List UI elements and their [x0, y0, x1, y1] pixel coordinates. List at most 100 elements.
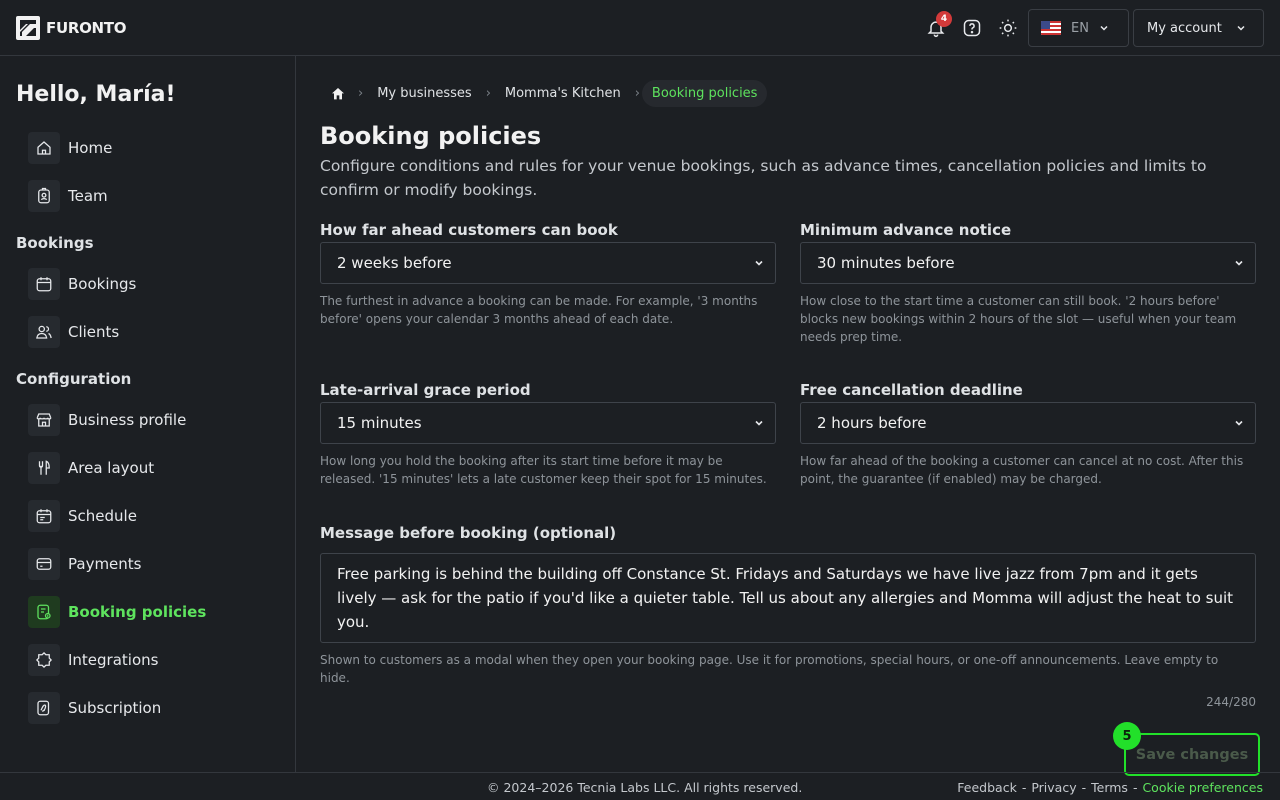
footer-link-privacy[interactable]: Privacy	[1031, 780, 1076, 795]
breadcrumb-current: Booking policies	[641, 80, 768, 107]
field-help: The furthest in advance a booking can be…	[320, 294, 758, 326]
save-changes-button[interactable]: Save changes	[1124, 733, 1260, 776]
sidebar-item-label: Business profile	[68, 411, 187, 429]
field-help: How far ahead of the booking a customer …	[800, 454, 1244, 486]
field-cancellation-deadline: Free cancellation deadline 2 hours befor…	[800, 381, 1256, 486]
badge-icon	[38, 187, 50, 204]
help-button[interactable]	[958, 14, 986, 42]
step-badge: 5	[1113, 722, 1141, 750]
account-label: My account	[1147, 20, 1222, 36]
greeting: Hello, María!	[16, 82, 176, 107]
sidebar-item-integrations[interactable]: Integrations	[28, 644, 278, 676]
home-icon	[37, 141, 51, 155]
chevron-down-icon	[1100, 25, 1108, 31]
home-icon	[332, 87, 344, 99]
page-title: Booking policies	[320, 122, 542, 150]
sidebar-item-label: Bookings	[68, 275, 137, 293]
sidebar-item-label: Payments	[68, 555, 142, 573]
field-label: Minimum advance notice	[800, 221, 1012, 239]
select-value: 30 minutes before	[817, 254, 955, 272]
subscription-icon	[37, 700, 50, 716]
breadcrumb-business[interactable]: Momma's Kitchen	[493, 86, 633, 101]
chevron-down-icon	[1235, 260, 1243, 266]
chevron-right-icon: ›	[358, 86, 364, 101]
footer-links: Feedback - Privacy - Terms - Cookie pref…	[957, 780, 1263, 795]
section-heading-bookings: Bookings	[16, 234, 94, 252]
sidebar-item-label: Subscription	[68, 699, 162, 717]
field-minimum-notice: Minimum advance notice 30 minutes before…	[800, 221, 1256, 344]
account-menu-button[interactable]: My account	[1133, 9, 1264, 47]
sidebar-item-clients[interactable]: Clients	[28, 316, 278, 348]
message-help: Shown to customers as a modal when they …	[320, 653, 1219, 685]
sidebar-item-label: Schedule	[68, 507, 137, 525]
sidebar-item-schedule[interactable]: Schedule	[28, 500, 278, 532]
sidebar-item-label: Clients	[68, 323, 120, 341]
theme-toggle-button[interactable]	[994, 14, 1022, 42]
users-icon	[36, 325, 52, 339]
schedule-icon	[36, 509, 52, 524]
sidebar-item-label: Team	[68, 187, 108, 205]
breadcrumb-home[interactable]	[320, 86, 356, 102]
sun-icon	[999, 19, 1017, 37]
footer-separator: -	[1081, 780, 1087, 795]
sidebar-item-area-layout[interactable]: Area layout	[28, 452, 278, 484]
field-label: Free cancellation deadline	[800, 381, 1023, 399]
footer-separator: -	[1132, 780, 1138, 795]
copyright: © 2024–2026 Tecnia Labs LLC. All rights …	[487, 780, 803, 795]
cutlery-icon	[38, 460, 50, 475]
field-label: How far ahead customers can book	[320, 221, 618, 239]
sidebar-item-label: Booking policies	[68, 603, 207, 621]
select-value: 2 hours before	[817, 414, 927, 432]
breadcrumb-my-businesses[interactable]: My businesses	[365, 86, 483, 101]
sidebar-item-booking-policies[interactable]: Booking policies	[28, 596, 278, 628]
chevron-right-icon: ›	[634, 86, 640, 101]
select-value: 15 minutes	[337, 414, 422, 432]
grace-period-select[interactable]: 15 minutes	[320, 402, 776, 444]
message-textarea[interactable]: Free parking is behind the building off …	[320, 553, 1256, 643]
field-booking-window: How far ahead customers can book 2 weeks…	[320, 221, 776, 326]
minimum-notice-select[interactable]: 30 minutes before	[800, 242, 1256, 284]
footer-link-terms[interactable]: Terms	[1091, 780, 1128, 795]
card-icon	[36, 558, 52, 570]
sidebar-item-label: Area layout	[68, 459, 155, 477]
puzzle-icon	[35, 651, 53, 669]
chevron-down-icon	[755, 260, 763, 266]
sidebar-item-label: Home	[68, 139, 113, 157]
sidebar-item-label: Integrations	[68, 651, 159, 669]
footer: © 2024–2026 Tecnia Labs LLC. All rights …	[0, 772, 1280, 800]
booking-window-select[interactable]: 2 weeks before	[320, 242, 776, 284]
sidebar-item-subscription[interactable]: Subscription	[28, 692, 278, 724]
help-icon	[963, 19, 981, 37]
brand-name: FURONTO	[46, 19, 127, 37]
logo-mark-icon	[16, 16, 40, 40]
top-bar: FURONTO 4 EN My account	[0, 0, 1280, 56]
chevron-down-icon	[1237, 25, 1245, 31]
sidebar-item-business-profile[interactable]: Business profile	[28, 404, 278, 436]
cancellation-deadline-select[interactable]: 2 hours before	[800, 402, 1256, 444]
storefront-icon	[36, 413, 52, 427]
sidebar-item-bookings[interactable]: Bookings	[28, 268, 278, 300]
sidebar-item-team[interactable]: Team	[28, 180, 278, 212]
section-heading-configuration: Configuration	[16, 370, 132, 388]
footer-separator: -	[1021, 780, 1027, 795]
breadcrumb: › My businesses › Momma's Kitchen › Book…	[320, 79, 768, 108]
policy-icon	[37, 604, 51, 620]
field-label: Late-arrival grace period	[320, 381, 531, 399]
field-help: How long you hold the booking after its …	[320, 454, 767, 486]
character-counter: 244/280	[1206, 695, 1256, 709]
sidebar-item-home[interactable]: Home	[28, 132, 278, 164]
sidebar: Hello, María! Home Team Bookings Booking…	[0, 56, 296, 772]
sidebar-item-payments[interactable]: Payments	[28, 548, 278, 580]
footer-link-feedback[interactable]: Feedback	[957, 780, 1017, 795]
chevron-right-icon: ›	[485, 86, 491, 101]
notifications-badge: 4	[936, 11, 952, 27]
brand-logo[interactable]: FURONTO	[16, 16, 126, 40]
page-subtitle: Configure conditions and rules for your …	[320, 157, 1207, 199]
field-help: How close to the start time a customer c…	[800, 294, 1237, 344]
us-flag-icon	[1041, 21, 1061, 35]
language-selector[interactable]: EN	[1028, 9, 1129, 47]
chevron-down-icon	[755, 420, 763, 426]
footer-link-cookie-preferences[interactable]: Cookie preferences	[1142, 780, 1263, 795]
select-value: 2 weeks before	[337, 254, 452, 272]
language-code: EN	[1071, 20, 1089, 36]
